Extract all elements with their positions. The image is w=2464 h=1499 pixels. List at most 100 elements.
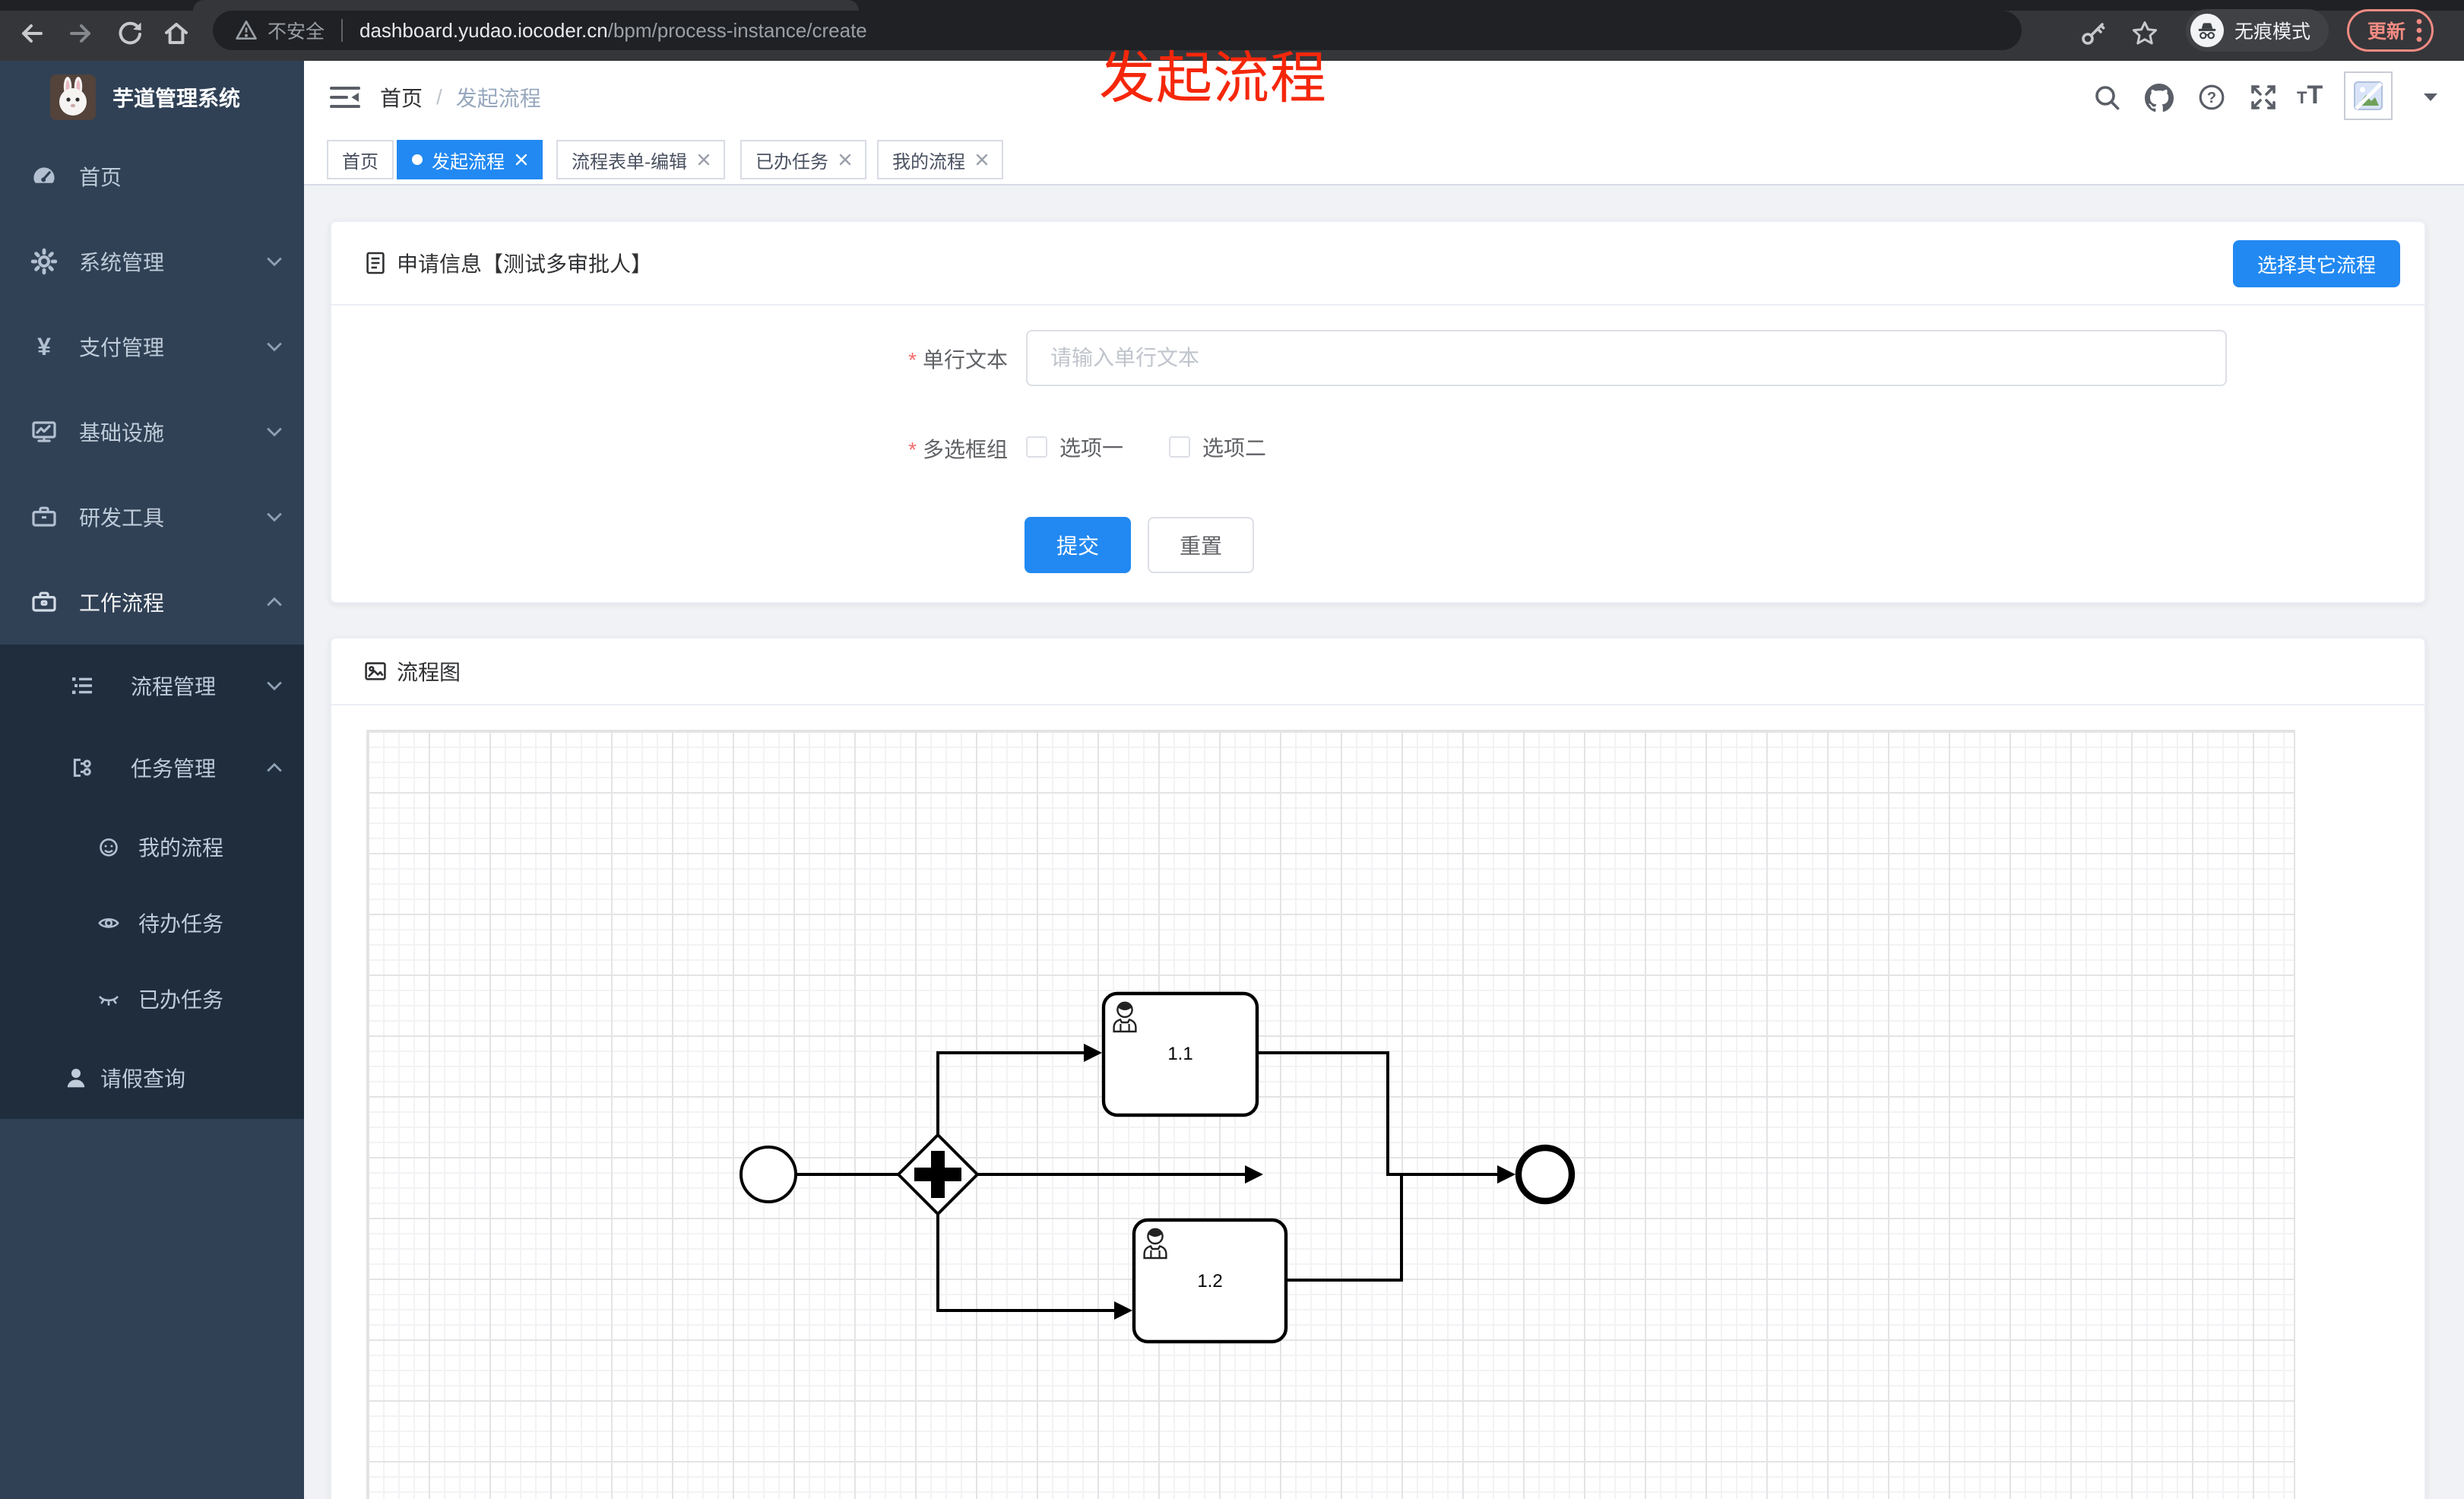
security-label: 不安全 [268,21,325,43]
chevron-up-icon [267,762,282,772]
image-icon [363,659,388,683]
key-icon[interactable] [2079,20,2107,47]
screen: 不安全 dashboard.yudao.iocoder.cn/bpm/proce… [0,0,2464,1499]
sidebar-item-label: 任务管理 [131,757,217,781]
close-icon[interactable] [976,154,988,166]
sidebar-item-label: 工作流程 [79,591,165,615]
gear-icon [30,248,58,275]
tag-form-edit[interactable]: 流程表单-编辑 [556,140,725,179]
sidebar-item-todo-tasks[interactable]: 待办任务 [0,885,304,961]
main-content: 申请信息【测试多审批人】 选择其它流程 *单行文本 *多选框组 选项一 选项二 … [304,185,2464,1499]
sidebar-item-my-processes[interactable]: 我的流程 [0,809,304,885]
search-icon[interactable] [2093,84,2120,111]
end-event [1515,1144,1576,1205]
chevron-down-icon [267,512,282,522]
breadcrumb-current: 发起流程 [455,87,541,110]
tag-create-process[interactable]: 发起流程 [397,140,543,179]
workflow-submenu: 流程管理 任务管理 我的流程 待办任务 已办任务 请假查询 [0,645,304,1119]
required-mark: * [908,348,917,372]
sidebar: 芋道管理系统 首页 系统管理 ¥ 支付管理 基础设施 研发工具 工作流程 流程管… [0,61,304,1499]
sidebar-item-dev-tools[interactable]: 研发工具 [0,474,304,559]
font-size-icon[interactable]: TT [2297,81,2323,110]
checkbox-option-2[interactable]: 选项二 [1169,432,1266,462]
avatar[interactable] [2344,71,2393,120]
close-icon[interactable] [839,154,851,166]
home-icon[interactable] [163,20,190,47]
close-icon[interactable] [515,154,527,166]
task-label: 1.1 [1167,1044,1192,1064]
close-icon[interactable] [698,154,710,166]
help-icon[interactable]: ? [2198,84,2225,111]
hamburger-icon[interactable] [330,84,360,111]
breadcrumb-home[interactable]: 首页 [380,82,423,113]
sidebar-item-home[interactable]: 首页 [0,134,304,219]
sidebar-item-leave-query[interactable]: 请假查询 [0,1037,304,1119]
tag-label: 流程表单-编辑 [572,151,687,173]
list-tree-icon [70,673,94,698]
chevron-down-icon [267,257,282,267]
checkbox-icon [1026,436,1047,458]
bpmn-canvas[interactable]: 1.1 1.2 [366,730,2295,1499]
url-path: /bpm/process-instance/create [607,18,867,42]
face-icon [97,835,120,858]
sidebar-item-label: 系统管理 [79,251,165,274]
chevron-down-icon [267,427,282,437]
github-icon[interactable] [2145,84,2174,113]
url-domain: dashboard.yudao.iocoder.cn [359,18,608,42]
briefcase-icon [30,503,58,531]
breadcrumb-separator: / [436,85,442,109]
user-task-1: 1.1 [1101,991,1259,1117]
single-line-text-input[interactable] [1028,331,2225,385]
tags-view: 首页 发起流程 流程表单-编辑 已办任务 我的流程 [304,134,2464,185]
update-label: 更新 [2367,21,2406,43]
help-glyph: ? [2207,90,2216,106]
browser-tab[interactable] [193,0,859,11]
broken-image-icon [2354,81,2383,110]
card-title: 流程图 [397,661,461,684]
reset-button[interactable]: 重置 [1148,517,1254,573]
single-line-text-field [1026,330,2227,386]
tag-my-processes[interactable]: 我的流程 [877,140,1003,179]
task-tree-icon [70,756,94,780]
sidebar-item-label: 支付管理 [79,336,165,360]
flow-gateway-to-task1 [936,1051,1084,1134]
incognito-badge: 无痕模式 [2186,9,2329,52]
eye-icon [97,911,120,934]
back-icon[interactable] [18,20,46,47]
sidebar-item-done-tasks[interactable]: 已办任务 [0,961,304,1037]
tag-home[interactable]: 首页 [327,140,394,179]
tag-label: 我的流程 [892,151,965,173]
sidebar-item-label: 已办任务 [138,988,224,1012]
sidebar-logo[interactable]: 芋道管理系统 [0,61,304,134]
bookmark-star-icon[interactable] [2131,20,2158,47]
fullscreen-icon[interactable] [2250,84,2277,111]
required-mark: * [908,438,917,461]
sidebar-item-infrastructure[interactable]: 基础设施 [0,389,304,474]
url-bar[interactable]: 不安全 dashboard.yudao.iocoder.cn/bpm/proce… [213,11,2022,50]
monitor-icon [30,418,58,445]
forward-icon[interactable] [67,20,94,47]
checkbox-option-1[interactable]: 选项一 [1026,432,1123,462]
user-task-2: 1.2 [1132,1218,1288,1344]
sidebar-item-process-mgmt[interactable]: 流程管理 [0,645,304,727]
avatar-caret-icon[interactable] [2423,93,2438,102]
app-header: 首页 / 发起流程 ? TT [304,61,2464,134]
sidebar-item-label: 请假查询 [100,1067,186,1091]
sidebar-item-workflow[interactable]: 工作流程 [0,559,304,645]
select-other-process-button[interactable]: 选择其它流程 [2232,240,2400,287]
sidebar-item-system[interactable]: 系统管理 [0,219,304,304]
security-warning-icon [234,18,258,43]
browser-tab-strip [0,0,2464,11]
checkbox-group: 选项一 选项二 [1026,432,1312,462]
user-icon [64,1066,88,1090]
tag-done-tasks[interactable]: 已办任务 [740,140,866,179]
sidebar-item-task-mgmt[interactable]: 任务管理 [0,727,304,809]
reload-icon[interactable] [116,20,143,47]
submit-button[interactable]: 提交 [1025,517,1131,573]
browser-menu-update-button[interactable]: 更新 [2347,9,2434,52]
bpmn-diagram: 1.1 1.2 [740,991,1576,1344]
tag-label: 已办任务 [755,151,828,173]
sidebar-item-payment[interactable]: ¥ 支付管理 [0,304,304,389]
task-label: 1.2 [1197,1271,1222,1291]
flow-gateway-to-task2 [936,1215,1114,1312]
